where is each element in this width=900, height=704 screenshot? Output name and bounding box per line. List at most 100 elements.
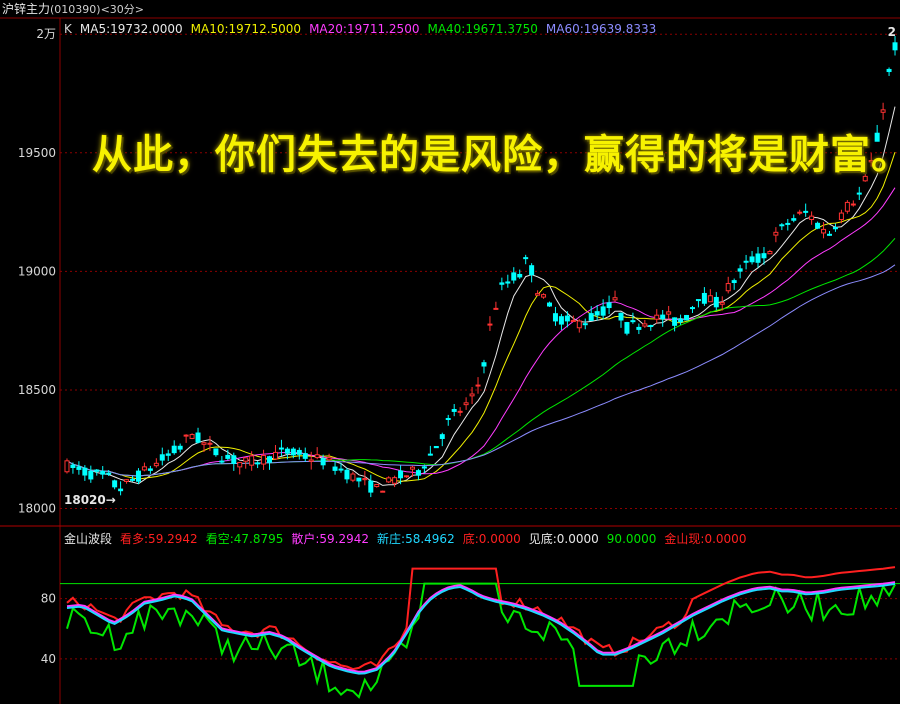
candle-body-18 <box>171 445 177 454</box>
chart-canvas[interactable]: 18000 18500 19000 19500 2万 40 80 18020→ 2 <box>0 0 900 704</box>
candle-0 <box>64 458 70 474</box>
candle-118 <box>767 249 773 255</box>
candle-body-20 <box>183 434 189 437</box>
candle-body-99 <box>654 314 660 320</box>
price-annotation-0: 18020→ <box>64 493 116 507</box>
y-tick-label-4: 2万 <box>36 27 56 41</box>
candle-body-26 <box>219 460 225 463</box>
candle-body-115 <box>749 256 755 263</box>
candle-body-104 <box>684 314 690 321</box>
candle-body-34 <box>267 456 273 463</box>
candle-18 <box>171 440 177 455</box>
candle-103 <box>678 314 684 325</box>
candle-113 <box>737 264 743 279</box>
candle-body-7 <box>106 472 112 475</box>
candle-72 <box>493 301 499 310</box>
candle-26 <box>219 455 225 464</box>
candle-body-25 <box>213 448 219 456</box>
y-tick-label-0: 18000 <box>18 502 56 516</box>
candle-body-41 <box>308 459 314 462</box>
candle-body-45 <box>332 466 338 471</box>
candle-94 <box>624 321 630 336</box>
candle-41 <box>308 451 314 470</box>
candle-99 <box>654 309 660 324</box>
candle-66 <box>457 407 463 417</box>
candle-29 <box>237 461 243 475</box>
candle-body-29 <box>237 461 243 468</box>
candle-body-40 <box>302 453 308 459</box>
candle-body-36 <box>278 447 284 450</box>
osc-legend-item-3: 散户:59.2942 <box>291 532 370 546</box>
candle-body-48 <box>350 473 356 481</box>
candle-body-110 <box>719 302 725 305</box>
candle-body-13 <box>141 466 147 471</box>
candle-body-58 <box>409 466 415 470</box>
candle-body-103 <box>678 318 684 323</box>
candle-body-129 <box>832 227 838 230</box>
candle-107 <box>701 287 707 306</box>
candle-body-98 <box>648 324 654 327</box>
ma-line-ma60 <box>66 264 896 477</box>
candle-112 <box>731 278 737 290</box>
candle-77 <box>523 254 529 265</box>
candle-90 <box>600 299 606 320</box>
candle-body-80 <box>541 294 547 298</box>
candle-body-64 <box>445 418 451 421</box>
candle-body-91 <box>606 302 612 309</box>
candle-57 <box>404 475 410 478</box>
candle-137 <box>880 102 886 120</box>
candle-body-133 <box>856 192 862 195</box>
candle-body-1 <box>70 464 76 468</box>
candle-body-84 <box>564 315 570 322</box>
candle-body-39 <box>296 449 302 455</box>
window-title: 沪锌主力(010390)<30分> <box>0 0 144 18</box>
candle-body-119 <box>773 231 779 236</box>
candle-body-108 <box>707 295 713 303</box>
candle-body-137 <box>880 109 886 113</box>
candle-122 <box>791 214 797 223</box>
candle-body-66 <box>457 410 463 413</box>
candle-139 <box>892 36 898 56</box>
candle-61 <box>427 445 433 456</box>
candle-body-3 <box>82 467 88 476</box>
candle-93 <box>618 312 624 328</box>
candle-body-10 <box>124 479 130 482</box>
candle-86 <box>576 319 582 333</box>
ma-line-ma20 <box>66 187 896 477</box>
ma-line-ma10 <box>66 152 896 482</box>
main-legend-item-1: MA5:19732.0000 <box>79 22 183 36</box>
osc-legend-item-6: 见底:0.0000 <box>528 532 599 546</box>
osc-legend-item-7: 90.0000 <box>606 532 657 546</box>
candle-9 <box>118 481 124 496</box>
candle-138 <box>886 67 892 76</box>
candle-115 <box>749 251 755 265</box>
candle-body-44 <box>326 457 332 461</box>
candle-body-42 <box>314 454 320 459</box>
candle-body-69 <box>475 384 481 387</box>
candle-28 <box>231 452 237 471</box>
candle-52 <box>374 483 380 488</box>
candle-106 <box>695 299 701 308</box>
osc-legend-item-1: 看多:59.2942 <box>120 532 198 546</box>
candle-116 <box>755 246 761 268</box>
candle-body-95 <box>630 320 636 323</box>
candle-body-109 <box>713 296 719 308</box>
candle-body-49 <box>356 477 362 482</box>
candle-81 <box>547 301 553 307</box>
candle-64 <box>445 414 451 426</box>
candle-body-138 <box>886 68 892 73</box>
candle-body-130 <box>838 212 844 220</box>
candle-69 <box>475 377 481 394</box>
candle-body-106 <box>695 299 701 302</box>
osc-tick-label-0: 40 <box>41 652 56 666</box>
candle-132 <box>850 200 856 207</box>
candles[interactable] <box>64 36 898 498</box>
main-legend-item-0: K <box>64 22 72 36</box>
candle-body-4 <box>88 470 94 480</box>
candle-body-52 <box>374 483 380 488</box>
candle-body-57 <box>404 475 410 478</box>
period-selector[interactable]: <30分> <box>101 3 144 16</box>
candle-32 <box>255 461 261 469</box>
candle-body-121 <box>785 222 791 225</box>
candle-82 <box>552 306 558 326</box>
